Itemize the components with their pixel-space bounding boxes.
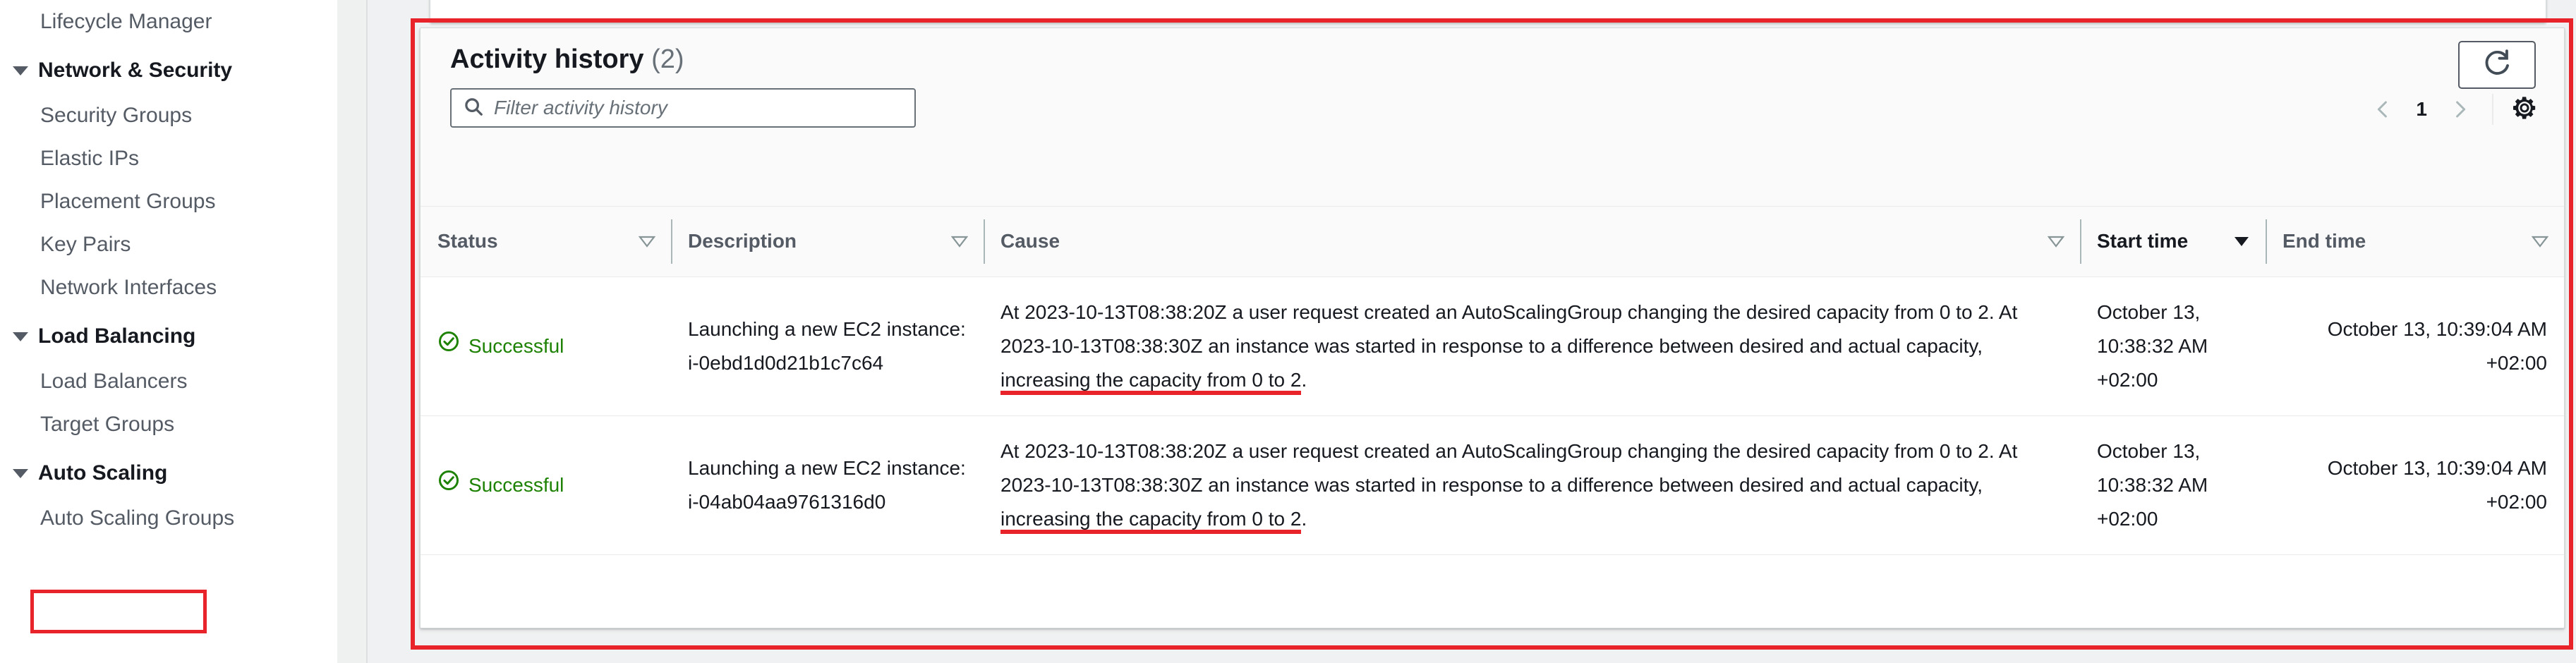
sidebar-item-label: Load Balancers [40,370,188,393]
search-input[interactable] [494,97,903,119]
column-header-start-time[interactable]: Start time [2080,207,2266,277]
column-header-cause[interactable]: Cause [984,207,2080,277]
nav-list: Lifecycle Manager Network & Security Secur… [0,0,337,540]
sidebar-group-load-balancing[interactable]: Load Balancing [0,309,337,360]
sidebar-group-auto-scaling[interactable]: Auto Scaling [0,446,337,497]
cause-text: At 2023-10-13T08:38:20Z a user request c… [1000,439,2018,497]
gear-icon [2510,94,2539,126]
status-label: Successful [468,334,564,357]
table-row[interactable]: Successful Launching a new EC2 instance: … [421,415,2564,556]
page-number-1[interactable]: 1 [2400,98,2443,121]
refresh-button[interactable] [2458,41,2536,89]
sidebar-item-elastic-ips[interactable]: Elastic IPs [0,137,337,180]
success-check-icon [437,329,460,363]
page-title: Activity history (2) [450,44,684,75]
chevron-down-icon [13,468,28,478]
column-label-start-time: Start time [2097,230,2189,253]
cell-end-time: October 13, 10:39:04 AM +02:00 [2266,276,2564,416]
content-area: Activity history (2) Filter activity his… [368,0,2576,663]
sidebar-item-target-groups[interactable]: Target Groups [0,403,337,446]
pagination-controls: 1 [2365,92,2541,127]
panel-header: Activity history (2) Filter activity his… [421,28,2564,207]
sort-icon-cause[interactable] [2047,230,2065,253]
sidebar-item-label: Auto Scaling Groups [40,506,235,530]
column-label-cause: Cause [1000,230,1060,253]
screen: Lifecycle Manager Network & Security Secur… [0,0,2576,663]
sidebar-group-label: Network & Security [38,59,233,82]
table-row[interactable]: Successful Launching a new EC2 instance: … [421,276,2564,416]
sidebar-item-network-interfaces[interactable]: Network Interfaces [0,266,337,309]
sidebar-item-auto-scaling-groups[interactable]: Auto Scaling Groups [0,497,337,540]
table-header-row: Status Description Cause Start time End … [421,207,2564,277]
status-badge: Successful [437,468,654,502]
cell-start-time: October 13, 10:38:32 AM +02:00 [2080,415,2266,556]
column-header-status[interactable]: Status [421,207,671,277]
cell-cause: At 2023-10-13T08:38:20Z a user request c… [984,415,2080,556]
sort-icon-status[interactable] [638,230,656,253]
sidebar-item-security-groups[interactable]: Security Groups [0,94,337,137]
sidebar-item-label: Elastic IPs [40,147,140,170]
sidebar-item-label: Key Pairs [40,233,131,256]
sidebar-item-label: Target Groups [40,413,175,436]
sidebar-group-label: Auto Scaling [38,461,168,485]
auto-scaling-groups-annotation-box [30,590,207,633]
sidebar-item-label: Placement Groups [40,190,216,213]
chevron-down-icon [13,332,28,341]
cell-status: Successful [421,276,671,416]
column-label-description: Description [688,230,797,253]
sidebar-item-label: Lifecycle Manager [40,10,212,33]
cause-underlined-annotation: increasing the capacity from 0 to 2 [1000,508,1302,535]
panel-title-text: Activity history [450,44,644,74]
table-body: Successful Launching a new EC2 instance: … [421,276,2564,556]
refresh-icon [2481,48,2512,83]
cause-text: At 2023-10-13T08:38:20Z a user request c… [1000,300,2018,357]
table-preferences-button[interactable] [2508,92,2541,126]
filter-activity-history-field[interactable] [450,88,916,128]
cell-description: Launching a new EC2 instance: i-0ebd1d0d… [671,276,984,416]
previous-panel-partial [430,0,2546,23]
sidebar-item-lifecycle-manager[interactable]: Lifecycle Manager [0,0,337,43]
sidebar-item-label: Network Interfaces [40,276,217,299]
activity-history-panel: Activity history (2) Filter activity his… [420,28,2565,628]
sidebar-group-label: Load Balancing [38,324,196,348]
cell-start-time: October 13, 10:38:32 AM +02:00 [2080,276,2266,416]
panel-item-count: (2) [651,44,684,74]
pagination-divider [2492,94,2493,125]
chevron-down-icon [13,66,28,75]
column-label-end-time: End time [2282,230,2366,253]
search-icon [463,96,484,121]
next-page-button[interactable] [2443,92,2478,127]
sidebar-item-placement-groups[interactable]: Placement Groups [0,180,337,223]
cause-underlined-annotation: increasing the capacity from 0 to 2 [1000,368,1302,395]
status-label: Successful [468,474,564,497]
column-header-description[interactable]: Description [671,207,984,277]
success-check-icon [437,468,460,502]
sort-icon-description[interactable] [950,230,969,253]
left-navigation-sidebar: Lifecycle Manager Network & Security Secur… [0,0,337,663]
previous-page-button[interactable] [2365,92,2400,127]
sidebar-scrollbar-track[interactable] [337,0,703,663]
column-label-status: Status [437,230,498,253]
status-badge: Successful [437,329,654,363]
cell-cause: At 2023-10-13T08:38:20Z a user request c… [984,276,2080,416]
cell-description: Launching a new EC2 instance: i-04ab04aa… [671,415,984,556]
sidebar-item-key-pairs[interactable]: Key Pairs [0,223,337,266]
sort-icon-end-time[interactable] [2531,230,2549,253]
cell-end-time: October 13, 10:39:04 AM +02:00 [2266,415,2564,556]
sidebar-item-load-balancers[interactable]: Load Balancers [0,360,337,403]
activity-history-table: Status Description Cause Start time End … [421,207,2564,556]
sidebar-group-network-security[interactable]: Network & Security [0,43,337,94]
cell-status: Successful [421,415,671,556]
sort-icon-start-time[interactable] [2233,230,2250,253]
column-header-end-time[interactable]: End time [2266,207,2564,277]
sidebar-item-label: Security Groups [40,104,193,127]
cause-text-tail: . [1301,508,1307,530]
cause-text-tail: . [1301,368,1307,391]
